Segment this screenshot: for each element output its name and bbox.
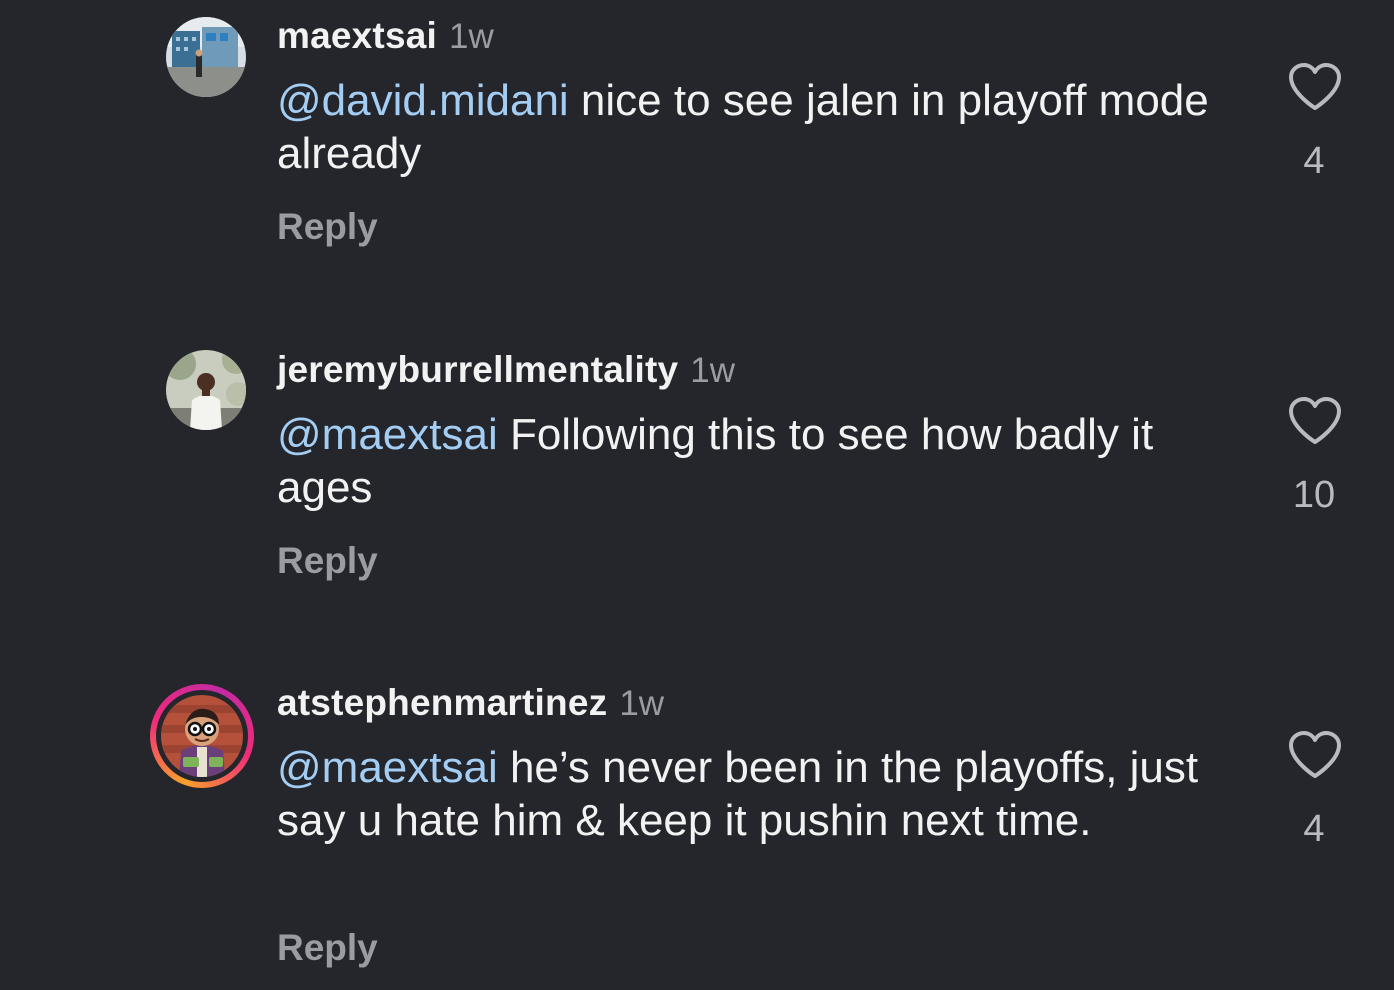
avatar[interactable] xyxy=(166,350,246,430)
comment-header: jeremyburrellmentality 1w xyxy=(277,348,735,393)
like-count: 4 xyxy=(1303,808,1325,850)
comment-text: @maextsai Following this to see how badl… xyxy=(277,408,1237,514)
avatar[interactable] xyxy=(166,17,246,97)
heart-icon[interactable] xyxy=(1288,62,1342,112)
reply-button[interactable]: Reply xyxy=(277,927,378,969)
comment-header: maextsai 1w xyxy=(277,14,494,59)
profile-photo-icon xyxy=(166,350,246,430)
comment-header: atstephenmartinez 1w xyxy=(277,681,664,726)
username[interactable]: jeremyburrellmentality xyxy=(277,349,678,390)
comment-text: @maextsai he’s never been in the playoff… xyxy=(277,741,1237,847)
timestamp: 1w xyxy=(690,351,736,390)
cartoon-avatar-icon xyxy=(161,695,243,777)
like-count: 4 xyxy=(1303,140,1325,182)
mention-link[interactable]: @maextsai xyxy=(277,743,498,792)
profile-photo-icon xyxy=(166,17,246,97)
reply-button[interactable]: Reply xyxy=(277,540,378,582)
reply-button[interactable]: Reply xyxy=(277,206,378,248)
avatar-image xyxy=(161,695,243,777)
mention-link[interactable]: @david.midani xyxy=(277,76,569,125)
like-count: 10 xyxy=(1292,474,1336,516)
username[interactable]: maextsai xyxy=(277,15,437,56)
comment-text: @david.midani nice to see jalen in playo… xyxy=(277,74,1237,180)
heart-icon[interactable] xyxy=(1288,396,1342,446)
username[interactable]: atstephenmartinez xyxy=(277,682,607,723)
timestamp: 1w xyxy=(449,17,494,56)
timestamp: 1w xyxy=(619,684,665,723)
avatar[interactable] xyxy=(150,684,254,788)
mention-link[interactable]: @maextsai xyxy=(277,410,498,459)
heart-icon[interactable] xyxy=(1288,730,1342,780)
